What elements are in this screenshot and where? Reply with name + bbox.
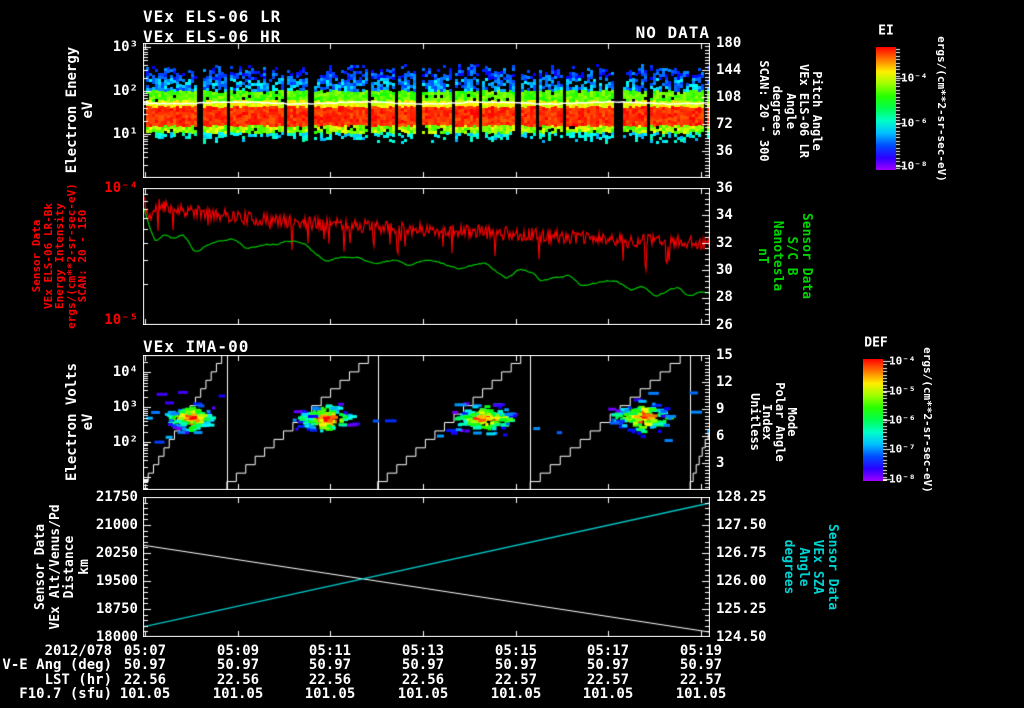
left-axis-label-block: Electron Volts eV [64, 362, 96, 482]
left-axis-label-block: Electron Energy eV [64, 46, 96, 174]
right-axis-tick-label: 124.50 [716, 629, 767, 645]
right-axis-tick-label: 108 [716, 89, 742, 105]
left-axis-tick-label: 10⁴ [112, 364, 138, 380]
bottom-row-value: 101.05 [119, 686, 171, 702]
right-axis-tick-label: 126.75 [716, 545, 767, 561]
bottom-row-value: 101.05 [675, 686, 727, 702]
right-axis-tick-label: 128.25 [716, 489, 767, 505]
left-axis-tick-label: 10⁻⁴ [104, 180, 138, 196]
right-axis-tick-label: 127.50 [716, 517, 767, 533]
right-axis-tick-label: 32 [716, 235, 733, 251]
left-axis-label-block: Sensor Data VEx Alt/Venus/Pd Distance km [32, 504, 92, 630]
left-axis-tick-label: 10³ [112, 39, 138, 55]
left-axis-tick-label: 21750 [95, 489, 138, 505]
right-axis-tick-label: 144 [716, 62, 742, 78]
right-axis-tick-label: 12 [716, 374, 733, 390]
plot-title-line-1: VEx ELS-06 LR [143, 7, 282, 26]
ima-spectrogram-canvas [143, 355, 710, 490]
right-axis-tick-label: 26 [716, 317, 733, 333]
right-axis-tick-label: 3 [716, 455, 725, 471]
left-axis-label-block: Sensor Data VEx ELS-06 LR-Bk Energy Inte… [30, 183, 90, 329]
bottom-row-value: 50.97 [216, 657, 260, 673]
bottom-row-value: 50.97 [494, 657, 538, 673]
right-axis-tick-label: 28 [716, 289, 733, 305]
right-axis-tick-label: 15 [716, 347, 733, 363]
spacecraft-data-plot: VEx ELS-06 LR VEx ELS-06 HR NO DATA VEx … [0, 0, 1024, 708]
right-axis-label-block: Pitch Angle VEx ELS-06 LR Angle degrees … [757, 60, 825, 162]
right-axis-tick-label: 34 [716, 207, 733, 223]
colorbar-tick-label: 10⁻⁴ [889, 354, 916, 368]
colorbar-unit-label: ergs/(cm**2-sr-sec-eV) [921, 347, 934, 493]
colorbar-unit-label: ergs/(cm**2-sr-sec-eV) [935, 36, 948, 182]
bottom-row-value: 50.97 [679, 657, 723, 673]
left-axis-tick-label: 18750 [95, 601, 138, 617]
bottom-row-value: 101.05 [582, 686, 634, 702]
left-axis-tick-label: 21000 [95, 517, 138, 533]
left-axis-tick-label: 19500 [95, 573, 138, 589]
colorbar-tick-label: 10⁻⁶ [901, 116, 928, 130]
colorbar-tick-label: 10⁻⁷ [889, 442, 916, 456]
intensity-bfield-canvas [143, 188, 710, 325]
right-axis-tick-label: 180 [716, 35, 742, 51]
bottom-row-value: 50.97 [401, 657, 445, 673]
left-axis-tick-label: 10⁻⁵ [104, 312, 138, 328]
colorbar-ei [876, 47, 896, 170]
bottom-row-value: 50.97 [586, 657, 630, 673]
right-axis-tick-label: 6 [716, 428, 725, 444]
right-axis-label-block: Sensor Data S/C B Nanotesla nT [755, 212, 815, 300]
bottom-row-label: F10.7 (sfu) [19, 686, 112, 702]
bottom-row-value: 101.05 [397, 686, 449, 702]
bottom-row-value: 101.05 [304, 686, 356, 702]
right-axis-tick-label: 36 [716, 143, 733, 159]
right-axis-label-block: Sensor Data VEx SZA Angle degrees [781, 523, 841, 611]
bottom-row-label: V-E Ang (deg) [2, 657, 112, 673]
colorbar-ticks-ei [896, 47, 906, 170]
bottom-row-value: 101.05 [212, 686, 264, 702]
bottom-row-value: 101.05 [490, 686, 542, 702]
right-axis-tick-label: 72 [716, 116, 733, 132]
right-axis-tick-label: 36 [716, 180, 733, 196]
right-axis-tick-label: 9 [716, 401, 725, 417]
colorbar-title: DEF [864, 335, 888, 351]
els-spectrogram-canvas [143, 43, 710, 178]
bottom-row-value: 50.97 [308, 657, 352, 673]
no-data-label: NO DATA [635, 23, 710, 42]
right-axis-label-block: Mode Polar Angle Index Unitless [747, 382, 799, 462]
right-axis-tick-label: 125.25 [716, 601, 767, 617]
left-axis-tick-label: 10³ [112, 399, 138, 415]
left-axis-tick-label: 20250 [95, 545, 138, 561]
colorbar-tick-label: 10⁻⁵ [889, 384, 916, 398]
bottom-row-value: 50.97 [123, 657, 167, 673]
right-axis-tick-label: 126.00 [716, 573, 767, 589]
colorbar-def [863, 359, 883, 481]
colorbar-tick-label: 10⁻⁴ [901, 71, 928, 85]
left-axis-tick-label: 10¹ [112, 126, 138, 142]
colorbar-title: EI [878, 23, 894, 39]
colorbar-tick-label: 10⁻⁸ [901, 159, 928, 173]
altitude-sza-canvas [143, 497, 710, 637]
colorbar-tick-label: 10⁻⁶ [889, 413, 916, 427]
panel3-title: VEx IMA-00 [143, 337, 250, 356]
left-axis-tick-label: 10² [112, 434, 138, 450]
right-axis-tick-label: 30 [716, 262, 733, 278]
left-axis-tick-label: 10² [112, 83, 138, 99]
colorbar-tick-label: 10⁻⁸ [889, 472, 916, 486]
